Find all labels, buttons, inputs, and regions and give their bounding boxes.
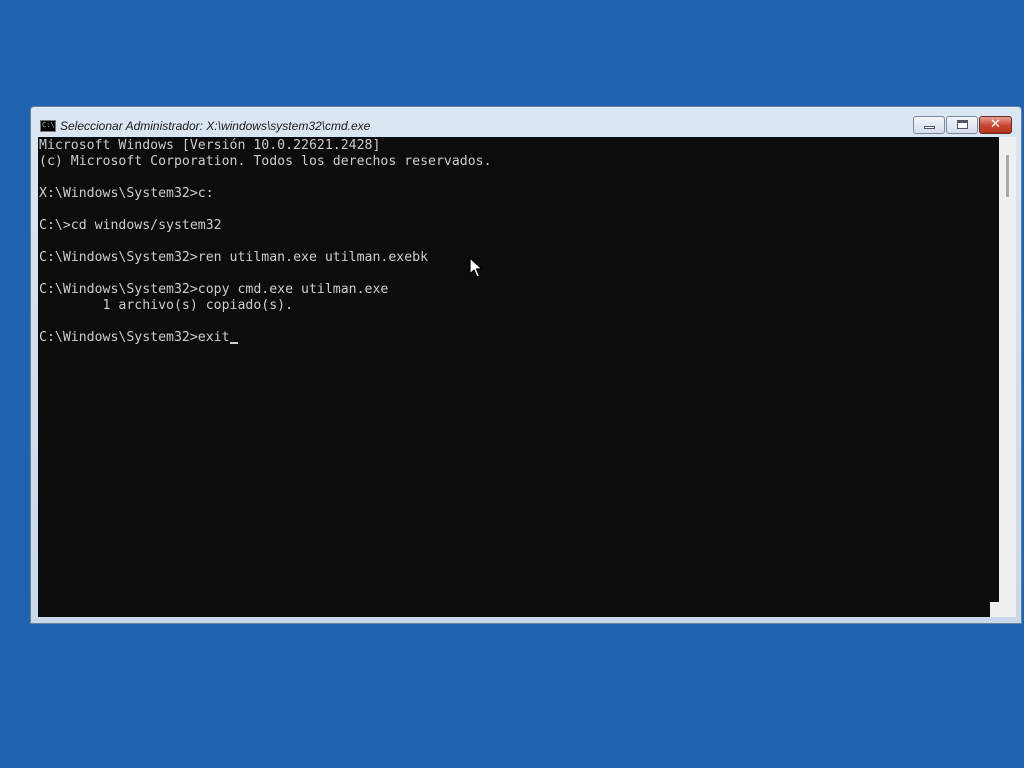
mouse-pointer-icon (469, 257, 483, 278)
maximize-icon (957, 120, 968, 129)
console-line: 1 archivo(s) copiado(s). (39, 298, 294, 313)
console-line: C:\Windows\System32>exit (39, 330, 230, 345)
close-icon: ✕ (990, 117, 1001, 132)
cmd-window[interactable]: C:\ Seleccionar Administrador: X:\window… (30, 106, 1022, 624)
title-bar[interactable]: C:\ Seleccionar Administrador: X:\window… (31, 107, 1021, 137)
console-line: C:\Windows\System32>ren utilman.exe util… (39, 250, 429, 265)
cmd-icon[interactable]: C:\ (40, 120, 56, 132)
console-line: C:\Windows\System32>copy cmd.exe utilman… (39, 282, 389, 297)
console-line: X:\Windows\System32>c: (39, 186, 214, 201)
vertical-scrollbar[interactable] (999, 137, 1016, 617)
console-text: Microsoft Windows [Versión 10.0.22621.24… (39, 138, 492, 346)
resize-grip[interactable] (990, 602, 999, 617)
console-line: C:\>cd windows/system32 (39, 218, 222, 233)
console-line: (c) Microsoft Corporation. Todos los der… (39, 154, 492, 169)
scrollbar-thumb[interactable] (1006, 155, 1009, 197)
minimize-button[interactable] (913, 116, 945, 134)
console-output[interactable]: Microsoft Windows [Versión 10.0.22621.24… (38, 137, 999, 617)
text-cursor (229, 342, 238, 344)
close-button[interactable]: ✕ (979, 116, 1012, 134)
maximize-button[interactable] (946, 116, 978, 134)
cmd-icon-glyph: C:\ (42, 121, 55, 129)
window-title: Seleccionar Administrador: X:\windows\sy… (60, 119, 371, 133)
console-line: Microsoft Windows [Versión 10.0.22621.24… (39, 138, 381, 153)
minimize-icon (924, 126, 935, 129)
